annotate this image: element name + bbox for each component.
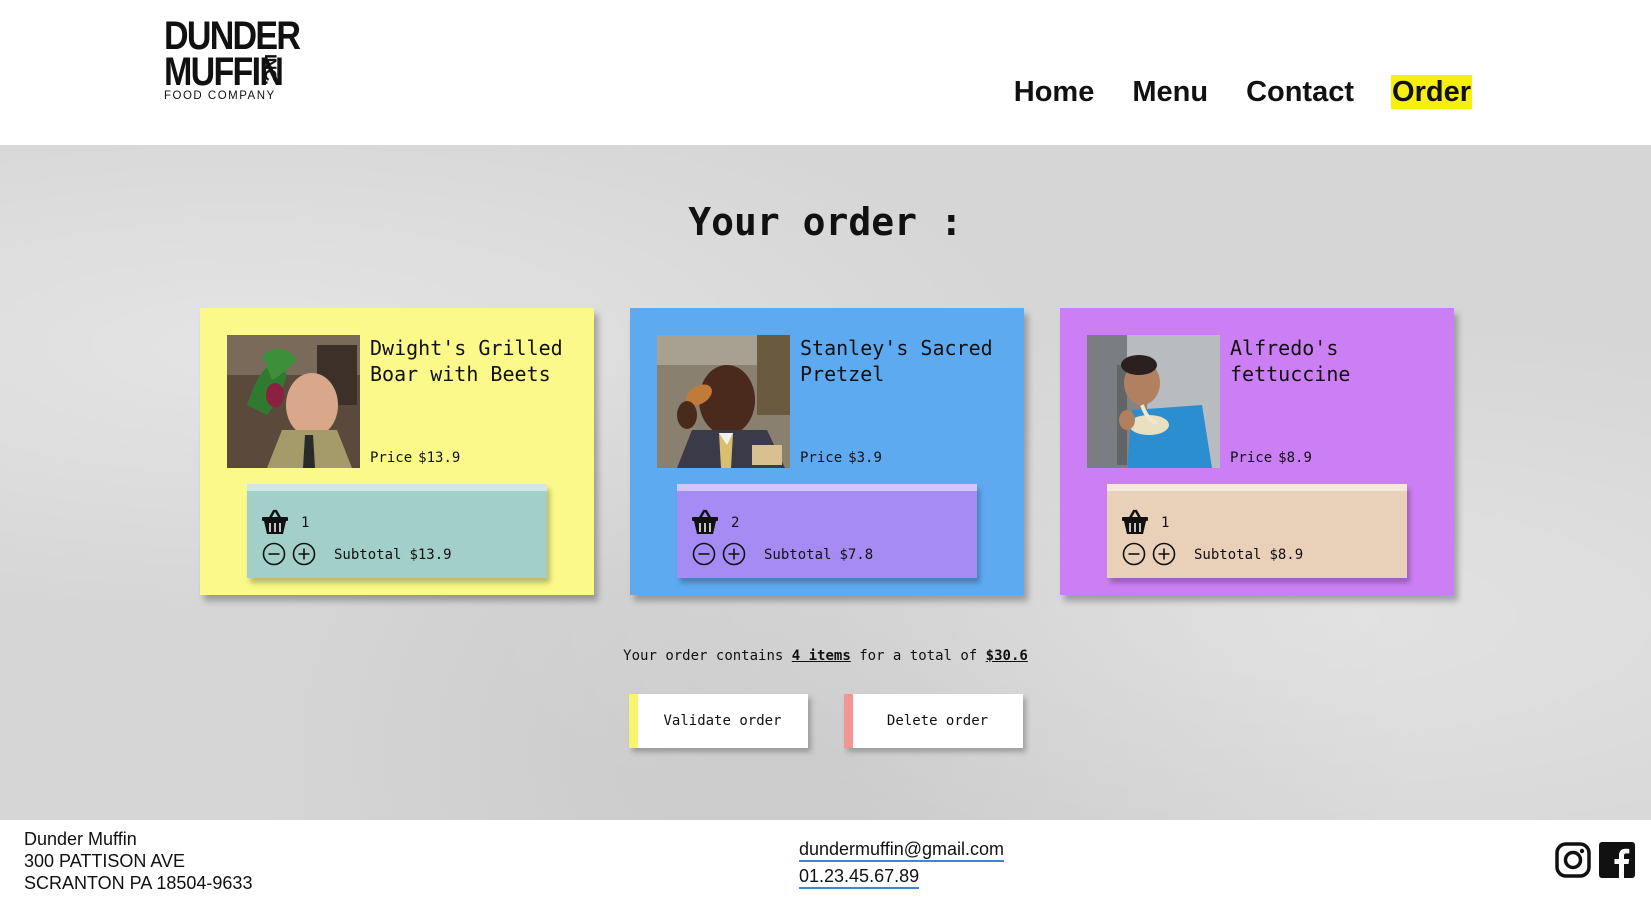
summary-item-count: 4 items [791, 648, 851, 664]
summary-prefix: Your order contains [623, 648, 784, 664]
item-photo [1087, 335, 1220, 468]
item-name: Alfredo's fettuccine [1230, 336, 1351, 386]
item-price: Price $3.9 [800, 450, 882, 466]
subtotal-value: $7.8 [839, 547, 874, 563]
subtotal-label: Subtotal [764, 547, 832, 563]
item-price: Price $13.9 [370, 450, 460, 466]
site-footer: Dunder Muffin 300 PATTISON AVE SCRANTON … [0, 820, 1651, 899]
price-value: $13.9 [418, 450, 461, 466]
nav-contact[interactable]: Contact [1245, 75, 1355, 109]
main-nav: Home Menu Contact Order [1013, 75, 1472, 109]
logo-inc: INC. [261, 54, 280, 84]
price-label: Price [800, 450, 843, 466]
subtotal-label: Subtotal [1194, 547, 1262, 563]
price-value: $8.9 [1278, 450, 1312, 466]
summary-middle: for a total of [859, 648, 978, 664]
item-cart-box: 1 Subtotal $13.9 [247, 484, 547, 578]
increase-quantity-icon[interactable] [1152, 542, 1176, 566]
email-link[interactable]: dundermuffin@gmail.com [799, 838, 1005, 862]
phone-link[interactable]: 01.23.45.67.89 [799, 865, 920, 889]
order-section: Your order : Dwight's Grilled Boar with … [0, 145, 1651, 820]
order-item-card: Dwight's Grilled Boar with Beets Price $1… [200, 308, 594, 595]
validate-order-button[interactable]: Validate order [629, 694, 808, 748]
price-label: Price [370, 450, 413, 466]
item-cart-box: 1 Subtotal $8.9 [1107, 484, 1407, 578]
item-name: Stanley's Sacred Pretzel [800, 336, 993, 386]
dunder-muffin-logo[interactable]: DUNDER MUFFIN INC. FOOD COMPANY [164, 14, 314, 108]
item-subtotal: Subtotal $8.9 [1194, 547, 1303, 563]
footer-contact: dundermuffin@gmail.com 01.23.45.67.89 [799, 838, 1005, 892]
page-title: Your order : [688, 200, 963, 244]
order-item-card: Alfredo's fettuccine Price $8.9 1 Subtota… [1060, 308, 1454, 595]
item-subtotal: Subtotal $13.9 [334, 547, 452, 563]
item-cart-box: 2 Subtotal $7.8 [677, 484, 977, 578]
site-header: DUNDER MUFFIN INC. FOOD COMPANY Home Men… [0, 0, 1651, 145]
city-address: SCRANTON PA 18504-9633 [24, 873, 253, 893]
price-label: Price [1230, 450, 1273, 466]
logo-line1: DUNDER [164, 14, 301, 58]
basket-icon [691, 509, 719, 535]
subtotal-value: $13.9 [409, 547, 452, 563]
nav-menu[interactable]: Menu [1131, 75, 1209, 109]
instagram-icon[interactable] [1555, 842, 1591, 878]
item-quantity: 1 [1161, 515, 1170, 531]
social-links [1555, 842, 1635, 878]
decrease-quantity-icon[interactable] [1122, 542, 1146, 566]
basket-icon [1121, 509, 1149, 535]
item-quantity: 2 [731, 515, 740, 531]
subtotal-value: $8.9 [1269, 547, 1304, 563]
street-address: 300 PATTISON AVE [24, 851, 186, 871]
summary-total: $30.6 [985, 648, 1028, 664]
increase-quantity-icon[interactable] [292, 542, 316, 566]
item-photo [227, 335, 360, 468]
nav-order[interactable]: Order [1391, 75, 1472, 109]
footer-address: Dunder Muffin 300 PATTISON AVE SCRANTON … [24, 828, 252, 894]
item-photo [657, 335, 790, 468]
decrease-quantity-icon[interactable] [692, 542, 716, 566]
nav-home[interactable]: Home [1013, 75, 1096, 109]
price-value: $3.9 [848, 450, 882, 466]
item-price: Price $8.9 [1230, 450, 1312, 466]
decrease-quantity-icon[interactable] [262, 542, 286, 566]
subtotal-label: Subtotal [334, 547, 402, 563]
order-summary: Your order contains 4 items for a total … [0, 648, 1651, 664]
delete-order-button[interactable]: Delete order [844, 694, 1023, 748]
item-subtotal: Subtotal $7.8 [764, 547, 873, 563]
item-name: Dwight's Grilled Boar with Beets [370, 336, 563, 386]
item-quantity: 1 [301, 515, 310, 531]
facebook-icon[interactable] [1599, 842, 1635, 878]
increase-quantity-icon[interactable] [722, 542, 746, 566]
order-item-card: Stanley's Sacred Pretzel Price $3.9 2 Sub… [630, 308, 1024, 595]
company-name: Dunder Muffin [24, 829, 137, 849]
basket-icon [261, 509, 289, 535]
